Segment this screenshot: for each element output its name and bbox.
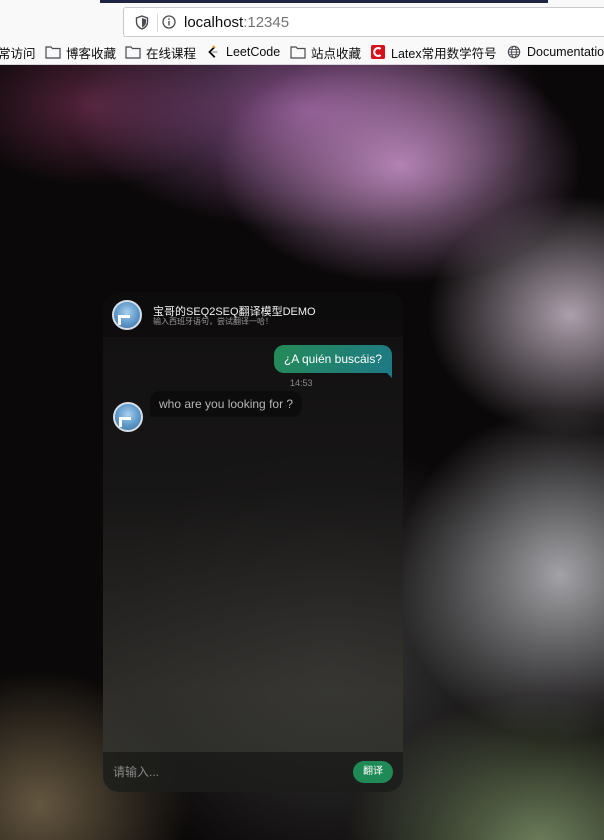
bookmark-courses-folder[interactable]: 在线课程 xyxy=(125,39,197,64)
info-icon[interactable] xyxy=(162,15,176,29)
bookmark-label: LeetCode xyxy=(226,45,281,59)
bookmark-leetcode[interactable]: LeetCode xyxy=(205,39,281,64)
outgoing-message: ¿A quién buscáis? xyxy=(273,345,393,378)
avatar-mark xyxy=(118,315,130,325)
url-text[interactable]: localhost:12345 xyxy=(184,14,289,31)
bookmark-most-visited[interactable]: 常访问 xyxy=(0,39,36,64)
folder-icon xyxy=(45,46,61,59)
bot-avatar xyxy=(113,402,143,432)
url-host: localhost xyxy=(184,14,244,31)
chat-window: 宝哥的SEQ2SEQ翻译模型DEMO 输入西班牙语句，尝试翻译一哈！ ¿A qu… xyxy=(103,292,403,792)
globe-icon xyxy=(507,45,521,59)
incoming-message: who are you looking for ? xyxy=(150,391,303,417)
page-background: 宝哥的SEQ2SEQ翻译模型DEMO 输入西班牙语句，尝试翻译一哈！ ¿A qu… xyxy=(0,65,604,840)
leetcode-icon xyxy=(208,45,218,58)
bookmark-sites-folder[interactable]: 站点收藏 xyxy=(290,39,362,64)
message-input[interactable] xyxy=(113,760,343,784)
c-logo-icon xyxy=(371,45,385,59)
translate-button[interactable]: 翻译 xyxy=(353,761,393,783)
active-tab[interactable] xyxy=(100,0,548,3)
shield-icon[interactable] xyxy=(135,15,149,30)
bookmark-documentation[interactable]: Documentation xyxy=(506,39,604,64)
chat-input-bar: 翻译 xyxy=(103,752,403,792)
bookmark-label: Latex常用数学符号 xyxy=(391,46,497,61)
url-port: :12345 xyxy=(243,14,290,31)
bookmark-label: Documentation xyxy=(527,45,604,59)
chat-subtitle: 输入西班牙语句，尝试翻译一哈！ xyxy=(153,317,273,326)
url-bar[interactable]: localhost:12345 xyxy=(123,7,604,37)
bookmark-latex[interactable]: Latex常用数学符号 xyxy=(370,39,497,64)
url-separator xyxy=(157,14,158,32)
bookmarks-toolbar: 常访问 博客收藏 在线课程 LeetCode 站点收藏 Latex常用数学符号 … xyxy=(0,39,604,65)
bookmark-label: 常访问 xyxy=(0,46,36,61)
chat-header: 宝哥的SEQ2SEQ翻译模型DEMO 输入西班牙语句，尝试翻译一哈！ xyxy=(103,292,403,337)
folder-icon xyxy=(125,46,141,59)
bookmark-label: 在线课程 xyxy=(146,46,197,61)
message-timestamp: 14:53 xyxy=(290,378,313,388)
bookmark-label: 博客收藏 xyxy=(66,46,117,61)
avatar-mark xyxy=(119,417,131,427)
folder-icon xyxy=(290,46,306,59)
url-bar-row: localhost:12345 xyxy=(0,5,604,39)
bookmark-blog-folder[interactable]: 博客收藏 xyxy=(45,39,117,64)
bookmark-label: 站点收藏 xyxy=(311,46,362,61)
avatar xyxy=(112,300,142,330)
